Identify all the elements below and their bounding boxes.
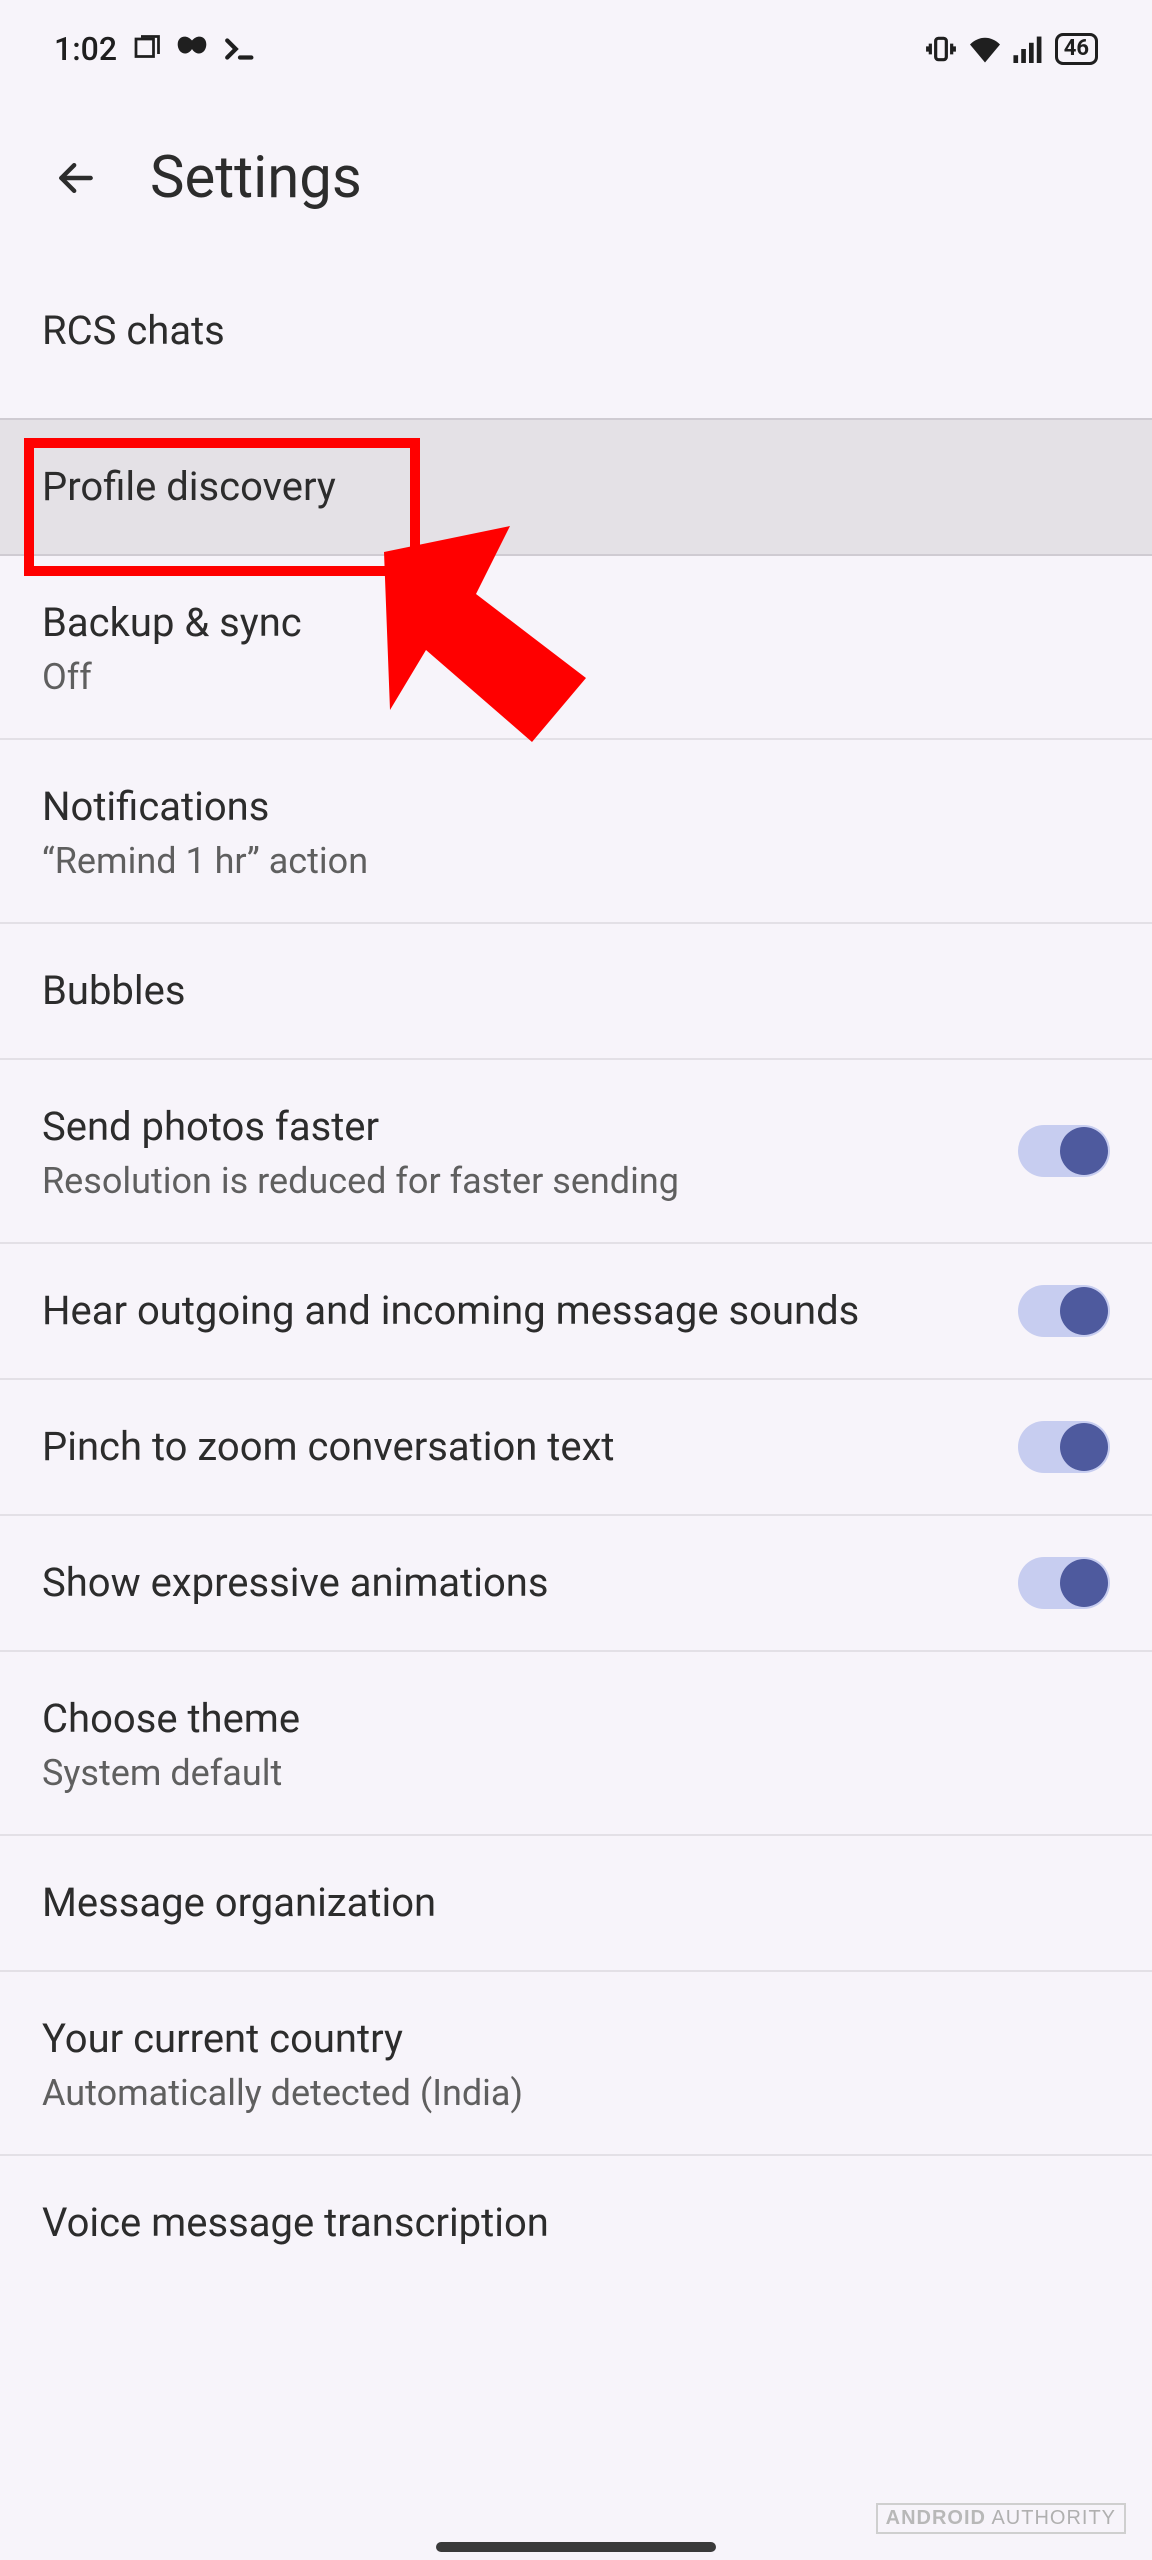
status-bar: 1:02 46 — [18, 0, 1134, 98]
item-choose-theme[interactable]: Choose theme System default — [0, 1652, 1152, 1836]
status-left: 1:02 — [54, 30, 257, 68]
signal-icon — [1013, 35, 1045, 63]
item-label: Hear outgoing and incoming message sound… — [42, 1284, 994, 1338]
status-time: 1:02 — [54, 30, 117, 68]
item-sublabel: Automatically detected (India) — [42, 2072, 1110, 2114]
item-label: Show expressive animations — [42, 1556, 994, 1610]
square-icon — [131, 34, 161, 64]
item-label: RCS chats — [42, 304, 1110, 358]
item-label: Backup & sync — [42, 596, 1110, 650]
item-sublabel: System default — [42, 1752, 1110, 1794]
item-label: Your current country — [42, 2012, 1110, 2066]
item-message-sounds[interactable]: Hear outgoing and incoming message sound… — [0, 1244, 1152, 1380]
item-label: Bubbles — [42, 964, 1110, 1018]
item-message-organization[interactable]: Message organization — [0, 1836, 1152, 1972]
item-backup-sync[interactable]: Backup & sync Off — [0, 556, 1152, 740]
item-profile-discovery[interactable]: Profile discovery — [0, 418, 1152, 556]
item-label: Send photos faster — [42, 1100, 994, 1154]
item-sublabel: “Remind 1 hr” action — [42, 840, 1110, 882]
wifi-icon — [967, 35, 1003, 63]
item-label: Notifications — [42, 780, 1110, 834]
settings-list: RCS chats Profile discovery Backup & syn… — [0, 298, 1152, 2290]
toggle-send-photos-faster[interactable] — [1018, 1125, 1110, 1177]
battery-icon: 46 — [1055, 33, 1098, 65]
terminal-icon — [223, 36, 257, 62]
butterfly-icon — [175, 34, 209, 64]
item-label: Message organization — [42, 1876, 1110, 1930]
toggle-expressive-animations[interactable] — [1018, 1557, 1110, 1609]
item-bubbles[interactable]: Bubbles — [0, 924, 1152, 1060]
item-sublabel: Resolution is reduced for faster sending — [42, 1160, 994, 1202]
item-send-photos-faster[interactable]: Send photos faster Resolution is reduced… — [0, 1060, 1152, 1244]
item-notifications[interactable]: Notifications “Remind 1 hr” action — [0, 740, 1152, 924]
item-label: Pinch to zoom conversation text — [42, 1420, 994, 1474]
watermark: ANDROID AUTHORITY — [876, 2503, 1126, 2534]
item-label: Choose theme — [42, 1692, 1110, 1746]
item-label: Profile discovery — [42, 460, 1110, 514]
back-button[interactable] — [54, 156, 98, 200]
watermark-bold: ANDROID — [886, 2507, 986, 2529]
toggle-pinch-zoom[interactable] — [1018, 1421, 1110, 1473]
home-indicator[interactable] — [436, 2542, 716, 2552]
page-title: Settings — [150, 144, 362, 212]
item-expressive-animations[interactable]: Show expressive animations — [0, 1516, 1152, 1652]
item-sublabel: Off — [42, 656, 1110, 698]
item-voice-transcription[interactable]: Voice message transcription — [0, 2156, 1152, 2290]
arrow-left-icon — [54, 156, 98, 200]
toggle-message-sounds[interactable] — [1018, 1285, 1110, 1337]
item-pinch-zoom[interactable]: Pinch to zoom conversation text — [0, 1380, 1152, 1516]
item-label: Voice message transcription — [42, 2196, 1110, 2250]
vibrate-icon — [925, 34, 957, 64]
item-current-country[interactable]: Your current country Automatically detec… — [0, 1972, 1152, 2156]
watermark-light: AUTHORITY — [991, 2507, 1116, 2529]
item-rcs-chats[interactable]: RCS chats — [0, 298, 1152, 418]
status-right: 46 — [925, 33, 1098, 65]
header: Settings — [18, 98, 1134, 298]
